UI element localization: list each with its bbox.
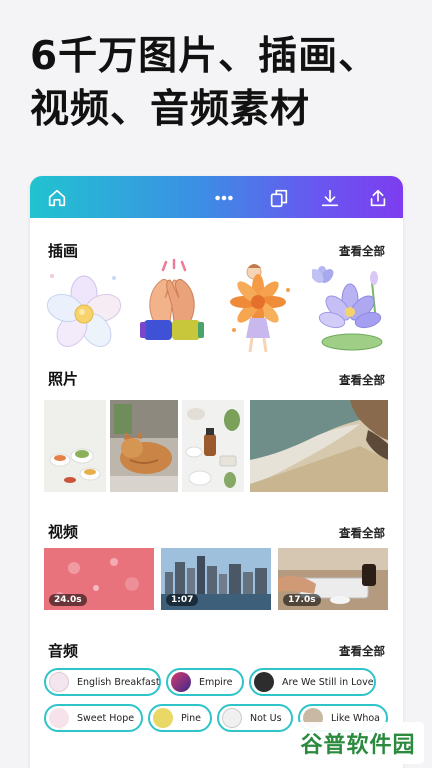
share-icon[interactable] [365,185,391,211]
audio-thumbnail [254,672,274,692]
photo-food-plates[interactable] [44,400,106,492]
audio-thumbnail [49,708,69,728]
audio-see-all-link[interactable]: 查看全部 [339,643,385,659]
more-dots-icon[interactable] [211,185,237,211]
promo-headline: 6千万图片、插画、视频、音频素材 [30,34,379,132]
illustrations-title: 插画 [48,242,79,260]
copy-pages-icon[interactable] [266,185,292,211]
illustration-girl-with-flower[interactable] [226,260,306,355]
photo-cat-on-sofa[interactable] [110,400,178,492]
audio-track-chip[interactable]: Empire [166,668,244,696]
videos-see-all-link[interactable]: 查看全部 [339,525,385,541]
photos-title: 照片 [48,370,79,388]
audio-track-chip[interactable]: Are We Still in Love [249,668,376,696]
top-toolbar [30,176,403,218]
download-icon[interactable] [317,185,343,211]
audio-track-chip[interactable]: Pine [148,704,212,732]
photo-skincare-bottles[interactable] [182,400,244,492]
app-screen: 插画 查看全部 照片 查看全部 视频 查看全部 24.0s 1:07 17.0s… [30,176,403,768]
video-duration-badge: 1:07 [166,594,199,606]
illustration-clapping-hands[interactable] [132,258,212,353]
audio-track-name: English Breakfast [77,676,160,688]
audio-track-chip[interactable]: English Breakfast [44,668,161,696]
audio-thumbnail [222,708,242,728]
audio-thumbnail [171,672,191,692]
video-pink-water[interactable]: 24.0s [44,548,154,610]
audio-thumbnail [153,708,173,728]
photos-see-all-link[interactable]: 查看全部 [339,372,385,388]
audio-title: 音频 [48,642,79,660]
illustrations-see-all-link[interactable]: 查看全部 [339,243,385,259]
illustration-flower[interactable] [44,266,124,361]
video-duration-badge: 24.0s [49,594,87,606]
audio-track-chip[interactable]: Not Us [217,704,293,732]
audio-track-name: Are We Still in Love [282,676,374,688]
audio-track-name: Not Us [250,712,282,724]
audio-track-chip[interactable]: Sweet Hope [44,704,143,732]
videos-title: 视频 [48,523,79,541]
audio-track-name: Sweet Hope [77,712,135,724]
watermark-text: 谷普软件园 [300,733,416,758]
audio-track-name: Pine [181,712,202,724]
home-icon[interactable] [44,185,70,211]
watermark-logo: 谷普软件园 [292,722,424,764]
illustration-lotus[interactable] [310,262,392,357]
audio-track-name: Empire [199,676,233,688]
video-city-skyline[interactable]: 1:07 [161,548,271,610]
audio-thumbnail [49,672,69,692]
video-typing-keyboard[interactable]: 17.0s [278,548,388,610]
video-duration-badge: 17.0s [283,594,321,606]
photo-beach-coast[interactable] [250,400,388,492]
